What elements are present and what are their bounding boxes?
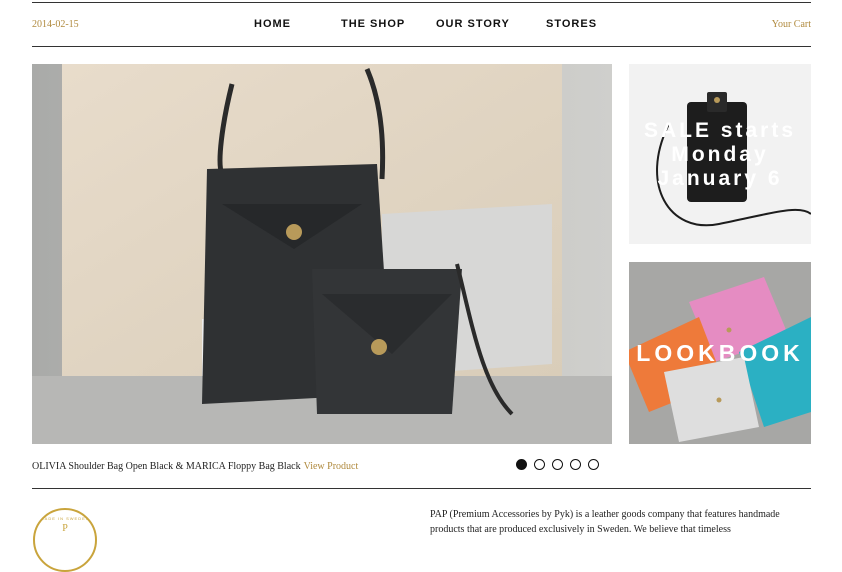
content-rule [32,488,811,489]
slide-dot-4[interactable] [570,459,581,470]
about-text: PAP (Premium Accessories by Pyk) is a le… [430,509,780,535]
nav-our-story[interactable]: OUR STORY [436,18,510,30]
sale-line-3: January 6 [657,167,783,190]
badge-letter: P [62,523,68,534]
sale-line-1: SALE starts [643,119,797,142]
slide-dot-1[interactable] [516,459,527,470]
header-rule [32,46,811,47]
lookbook-tile[interactable]: LOOKBOOK [629,262,811,444]
badge-text: MADE IN SWEDEN [40,516,90,521]
product-caption: OLIVIA Shoulder Bag Open Black & MARICA … [32,461,301,472]
slide-dot-5[interactable] [588,459,599,470]
view-product-link[interactable]: View Product [304,461,359,472]
hero-caption: OLIVIA Shoulder Bag Open Black & MARICA … [32,461,358,472]
your-cart-link[interactable]: Your Cart [772,19,811,30]
hero-product-image [32,64,612,444]
nav-the-shop[interactable]: THE SHOP [341,18,405,30]
hero-slide[interactable] [32,64,612,444]
lookbook-label: LOOKBOOK [636,340,804,366]
slide-dot-3[interactable] [552,459,563,470]
slider-pagination [516,459,599,470]
top-rule [32,2,811,3]
sale-promo-tile[interactable]: SALE starts Monday January 6 [629,64,811,244]
nav-home[interactable]: HOME [254,18,291,30]
slide-dot-2[interactable] [534,459,545,470]
sale-announcement: SALE starts Monday January 6 [629,119,811,191]
date-label: 2014-02-15 [32,19,79,30]
made-in-sweden-badge: MADE IN SWEDEN P [33,508,97,572]
sale-line-2: Monday [671,143,769,166]
nav-stores[interactable]: STORES [546,18,597,30]
